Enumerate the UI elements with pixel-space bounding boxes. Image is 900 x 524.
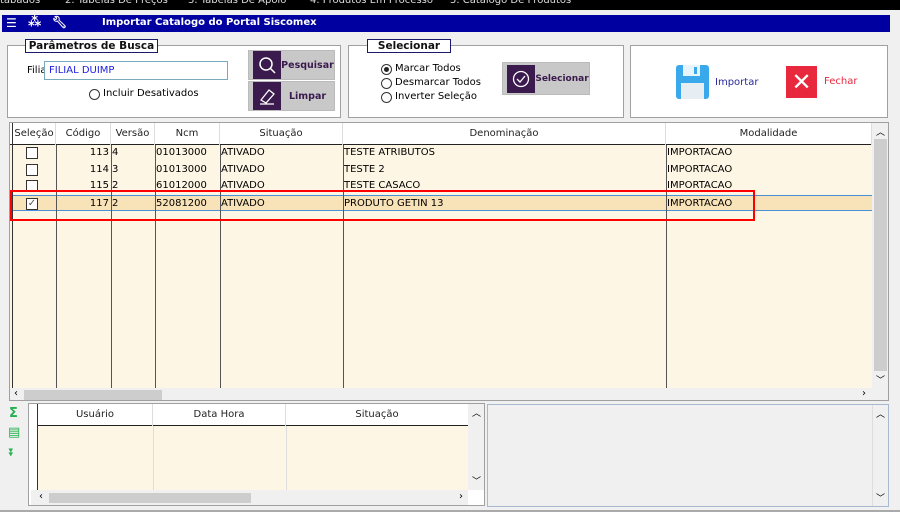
row-checkbox[interactable] [26, 147, 38, 159]
detail-panel: ︿ ﹀ [487, 404, 889, 507]
search-icon [253, 51, 281, 79]
cell-situacao: ATIVADO [221, 147, 265, 158]
sigma-icon[interactable]: Σ [9, 406, 18, 421]
col-header-ncm[interactable]: Ncm [155, 123, 220, 145]
grid-vertical-scrollbar[interactable]: ︿ ﹀ [872, 123, 888, 388]
menu-item[interactable]: 5. Catalogo De Produtos [450, 0, 571, 6]
download-icon[interactable]: ⏬︎ [9, 446, 15, 460]
limpar-button[interactable]: Limpar [248, 81, 335, 111]
fechar-label[interactable]: Fechar [824, 76, 857, 87]
incluir-desativados-label: Incluir Desativados [103, 88, 199, 99]
incluir-desativados-radio[interactable] [89, 89, 100, 100]
log-col-data-hora[interactable]: Data Hora [153, 404, 286, 426]
vertical-scroll-thumb[interactable] [874, 139, 887, 371]
limpar-label: Limpar [288, 90, 327, 102]
table-row[interactable]: 113 4 01013000 ATIVADO TESTE ATRIBUTOS IMPORT… [10, 145, 872, 161]
cell-modalidade: IMPORTACAO [667, 147, 733, 158]
inverter-selecao-label: Inverter Seleção [395, 91, 478, 102]
log-horizontal-scrollbar[interactable]: ‹ › [31, 490, 468, 505]
eraser-icon [253, 82, 281, 110]
grid-horizontal-scrollbar[interactable]: ‹ › [10, 388, 888, 400]
window-title-bar: ☰ ⁂ 🔧︎ Importar Catalogo do Portal Sisco… [2, 15, 890, 32]
scroll-down-icon[interactable]: ﹀ [472, 474, 481, 487]
status-strip [0, 510, 900, 524]
table-row[interactable]: 114 3 01013000 ATIVADO TESTE 2 IMPORTACAO [10, 162, 872, 178]
scroll-down-icon[interactable]: ﹀ [876, 373, 885, 386]
filial-input[interactable]: FILIAL DUIMP [44, 61, 228, 80]
cell-versao: 4 [112, 147, 119, 158]
col-header-denominacao[interactable]: Denominação [343, 123, 666, 145]
col-header-versao[interactable]: Versão [111, 123, 155, 145]
pesquisar-button[interactable]: Pesquisar [248, 50, 335, 80]
scroll-right-icon[interactable]: › [459, 491, 463, 502]
search-params-legend: Parâmetros de Busca [25, 39, 158, 53]
pesquisar-label: Pesquisar [281, 59, 334, 71]
horizontal-scroll-thumb[interactable] [49, 493, 251, 503]
importar-button[interactable] [676, 65, 709, 99]
log-col-situacao[interactable]: Situação [286, 404, 468, 426]
catalog-grid: Seleção Código Versão Ncm Situação Denom… [9, 122, 889, 401]
log-grid: Usuário Data Hora Situação ︿ ﹀ ‹ › [28, 403, 485, 506]
cell-ncm: 01013000 [156, 163, 207, 175]
log-col-usuario[interactable]: Usuário [38, 404, 153, 426]
marcar-todos-radio[interactable] [381, 64, 392, 75]
scroll-up-icon[interactable]: ︿ [876, 125, 885, 138]
inverter-selecao-radio[interactable] [381, 92, 392, 103]
menu-icon[interactable]: ☰ [6, 16, 17, 30]
scroll-up-icon[interactable]: ︿ [876, 407, 885, 420]
menu-item[interactable]: 3. Tabelas De Apoio [188, 0, 286, 6]
col-header-modalidade[interactable]: Modalidade [666, 123, 872, 145]
wrench-icon[interactable]: 🔧︎ [52, 15, 67, 29]
export-icon[interactable]: ▤ [8, 425, 20, 440]
scroll-up-icon[interactable]: ︿ [472, 406, 481, 419]
check-circle-icon [507, 64, 535, 93]
detail-vertical-scrollbar[interactable]: ︿ ﹀ [872, 405, 888, 506]
horizontal-scroll-thumb[interactable] [24, 390, 162, 400]
cell-situacao: ATIVADO [221, 163, 265, 175]
cell-ncm: 01013000 [156, 147, 207, 158]
close-icon: ✕ [791, 68, 812, 96]
desmarcar-todos-label: Desmarcar Todos [395, 77, 481, 88]
row-checkbox[interactable] [26, 163, 38, 176]
marcar-todos-label: Marcar Todos [395, 63, 461, 74]
save-icon [676, 65, 709, 99]
cell-modalidade: IMPORTACAO [667, 163, 733, 175]
desmarcar-todos-radio[interactable] [381, 78, 392, 89]
col-header-codigo[interactable]: Código [56, 123, 111, 145]
scroll-left-icon[interactable]: ‹ [39, 491, 43, 502]
select-legend: Selecionar [367, 39, 451, 53]
main-menu-bar: tabados 2. Tabelas De Preços 3. Tabelas … [0, 0, 900, 10]
window-title: Importar Catalogo do Portal Siscomex [102, 17, 317, 28]
scroll-right-icon[interactable]: › [862, 388, 866, 399]
menu-item[interactable]: 4. Produtos Em Processo [310, 0, 433, 6]
scroll-down-icon[interactable]: ﹀ [876, 491, 885, 504]
col-header-selecao[interactable]: Seleção [13, 123, 56, 145]
scroll-left-icon[interactable]: ‹ [14, 388, 18, 399]
selecionar-label: Selecionar [535, 73, 589, 84]
cell-denominacao: TESTE 2 [344, 163, 385, 175]
cell-codigo: 113 [89, 147, 109, 158]
col-header-situacao[interactable]: Situação [220, 123, 343, 145]
highlight-box [10, 190, 755, 221]
cell-codigo: 114 [89, 163, 109, 175]
cell-versao: 3 [112, 163, 119, 175]
log-vertical-scrollbar[interactable]: ︿ ﹀ [468, 404, 484, 490]
traffic-light-icon[interactable]: ⁂ [28, 15, 41, 30]
menu-item[interactable]: tabados [0, 0, 40, 6]
cell-denominacao: TESTE ATRIBUTOS [344, 147, 435, 158]
fechar-button[interactable]: ✕ [786, 66, 817, 98]
menu-item[interactable]: 2. Tabelas De Preços [65, 0, 168, 6]
importar-label[interactable]: Importar [715, 77, 758, 88]
selecionar-button[interactable]: Selecionar [502, 62, 590, 95]
